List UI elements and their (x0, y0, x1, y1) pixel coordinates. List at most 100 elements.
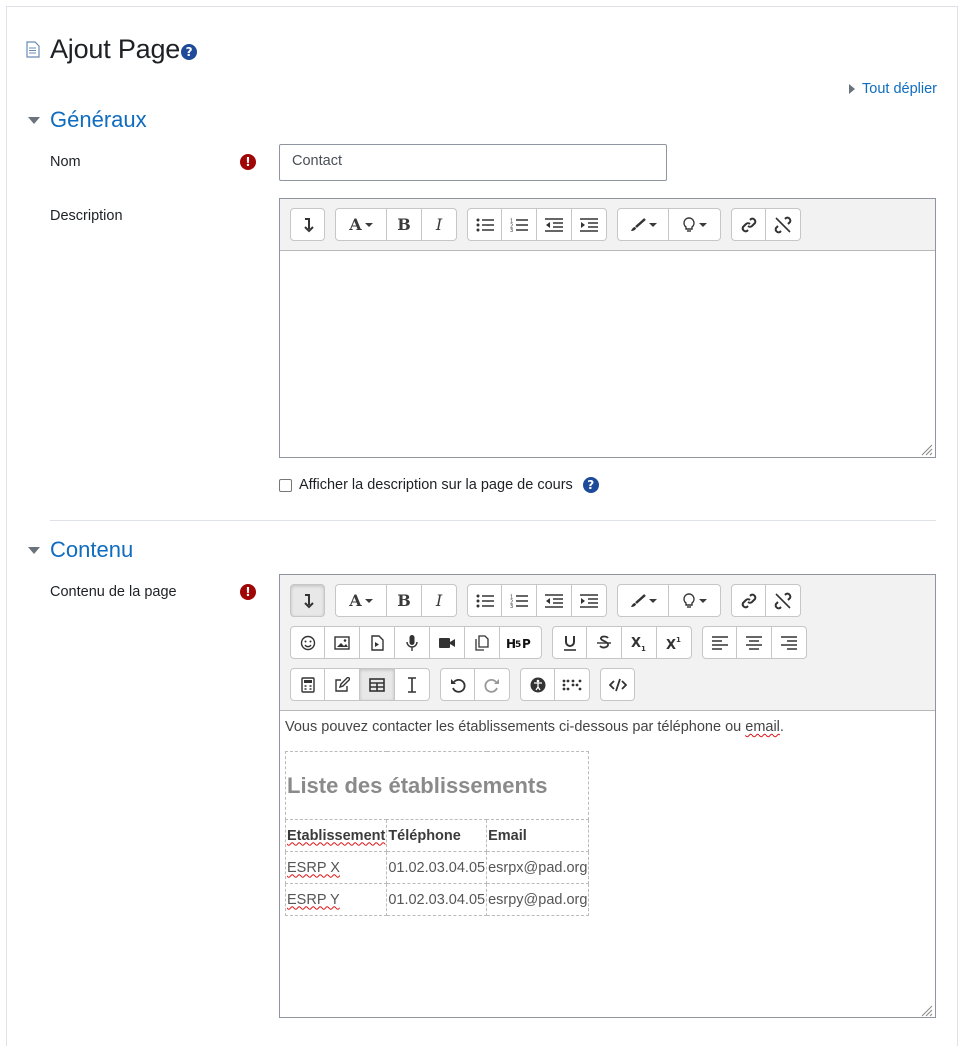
help-icon[interactable]: ? (181, 43, 198, 60)
manage-files-icon[interactable] (465, 626, 500, 659)
resize-handle-icon[interactable] (921, 1005, 933, 1017)
font-style-icon[interactable]: A (335, 208, 387, 241)
character-map-icon[interactable] (395, 668, 430, 701)
expand-all-link[interactable]: Tout déplier (849, 81, 937, 97)
table-caption-row: Liste des établissements (284, 751, 590, 820)
table-header-cell: Email (486, 819, 590, 852)
description-textarea[interactable] (280, 251, 935, 458)
media-icon[interactable] (360, 626, 395, 659)
italic-icon[interactable]: I (422, 208, 457, 241)
table-cell: ESRP X (284, 851, 388, 884)
table-caption: Liste des établissements (284, 751, 590, 820)
image-icon[interactable] (325, 626, 360, 659)
content-intro-paragraph: Vous pouvez contacter les établissements… (285, 719, 930, 735)
table-row: ESRP X 01.02.03.04.05 esrpx@pad.org (284, 851, 590, 884)
unlink-icon[interactable] (766, 584, 801, 617)
svg-text:3: 3 (510, 228, 513, 232)
background-color-icon[interactable] (669, 208, 721, 241)
table-cell: ESRP Y (284, 883, 388, 916)
page-content-label: Contenu de la page (50, 584, 177, 600)
indent-icon[interactable] (572, 584, 607, 617)
section-general-title: Généraux (50, 107, 147, 132)
svg-text:3: 3 (510, 604, 513, 608)
required-icon: ! (240, 584, 256, 600)
equation-icon[interactable] (290, 668, 325, 701)
strikethrough-icon[interactable] (587, 626, 622, 659)
table-header-cell: Etablissement (284, 819, 388, 852)
font-style-icon[interactable]: A (335, 584, 387, 617)
resize-handle-icon[interactable] (921, 444, 933, 456)
show-description-checkbox[interactable] (279, 478, 292, 492)
indent-icon[interactable] (572, 208, 607, 241)
content-intro-text: Vous pouvez contacter les établissements… (285, 719, 746, 735)
expand-triangle-icon (849, 84, 856, 94)
section-content-toggle[interactable]: Contenu (28, 537, 133, 563)
italic-icon[interactable]: I (422, 584, 457, 617)
establishments-table: Liste des établissements Etablissement T… (284, 751, 590, 916)
svg-text:5: 5 (515, 640, 521, 650)
name-label: Nom (50, 154, 81, 170)
section-general-toggle[interactable]: Généraux (28, 107, 147, 133)
font-color-icon[interactable] (617, 584, 669, 617)
accessibility-checker-icon[interactable] (520, 668, 555, 701)
page-icon (26, 41, 40, 58)
show-more-icon[interactable] (290, 584, 325, 617)
font-color-icon[interactable] (617, 208, 669, 241)
unordered-list-icon[interactable] (467, 208, 502, 241)
section-divider (50, 520, 936, 521)
page-content-toolbar: A B I 123 H 5 P X 1 X 1 (280, 575, 935, 711)
required-icon: ! (240, 154, 256, 170)
ordered-list-icon[interactable]: 123 (502, 208, 537, 241)
record-video-icon[interactable] (430, 626, 465, 659)
outdent-icon[interactable] (537, 208, 572, 241)
table-cell: esrpx@pad.org (486, 851, 590, 884)
table-cell: esrpy@pad.org (486, 883, 590, 916)
edit-icon[interactable] (325, 668, 360, 701)
h5p-icon[interactable]: H5P (500, 626, 542, 659)
redo-icon[interactable] (475, 668, 510, 701)
html-source-icon[interactable] (600, 668, 635, 701)
align-left-icon[interactable] (702, 626, 737, 659)
undo-icon[interactable] (440, 668, 475, 701)
page-content-editor: A B I 123 H 5 P X 1 X 1 Vous pouvez cont… (279, 574, 936, 1018)
unordered-list-icon[interactable] (467, 584, 502, 617)
description-label: Description (50, 208, 123, 224)
bold-icon[interactable]: B (387, 208, 422, 241)
table-row: ESRP Y 01.02.03.04.05 esrpy@pad.org (284, 883, 590, 916)
align-center-icon[interactable] (737, 626, 772, 659)
content-intro-email-word: email (745, 719, 780, 735)
page-content-textarea[interactable]: Vous pouvez contacter les établissements… (280, 711, 935, 1019)
superscript-icon[interactable]: X1 (657, 626, 692, 659)
content-intro-end: . (779, 719, 784, 735)
background-color-icon[interactable] (669, 584, 721, 617)
show-description-row: Afficher la description sur la page de c… (279, 477, 599, 493)
link-icon[interactable] (731, 584, 766, 617)
underline-icon[interactable] (552, 626, 587, 659)
name-input[interactable]: Contact (279, 144, 667, 181)
description-toolbar: A B I 123 (280, 199, 935, 251)
outdent-icon[interactable] (537, 584, 572, 617)
table-header-row: Etablissement Téléphone Email (284, 819, 590, 852)
table-icon[interactable] (360, 668, 395, 701)
link-icon[interactable] (731, 208, 766, 241)
help-icon[interactable]: ? (582, 477, 599, 493)
ordered-list-icon[interactable]: 123 (502, 584, 537, 617)
record-audio-icon[interactable] (395, 626, 430, 659)
show-more-icon[interactable] (290, 208, 325, 241)
description-editor: A B I 123 (279, 198, 936, 458)
show-description-label: Afficher la description sur la page de c… (299, 477, 573, 493)
svg-text:P: P (522, 637, 531, 650)
svg-text:X: X (631, 636, 641, 651)
emoticon-icon[interactable] (290, 626, 325, 659)
collapse-caret-icon (28, 546, 40, 554)
expand-all-label: Tout déplier (862, 81, 937, 97)
subscript-icon[interactable]: X1 (622, 626, 657, 659)
screenreader-helper-icon[interactable] (555, 668, 590, 701)
unlink-icon[interactable] (766, 208, 801, 241)
svg-text:1: 1 (676, 636, 681, 644)
table-cell: 01.02.03.04.05 (386, 851, 488, 884)
align-right-icon[interactable] (772, 626, 807, 659)
bold-icon[interactable]: B (387, 584, 422, 617)
svg-text:1: 1 (641, 645, 646, 651)
collapse-caret-icon (28, 116, 40, 124)
